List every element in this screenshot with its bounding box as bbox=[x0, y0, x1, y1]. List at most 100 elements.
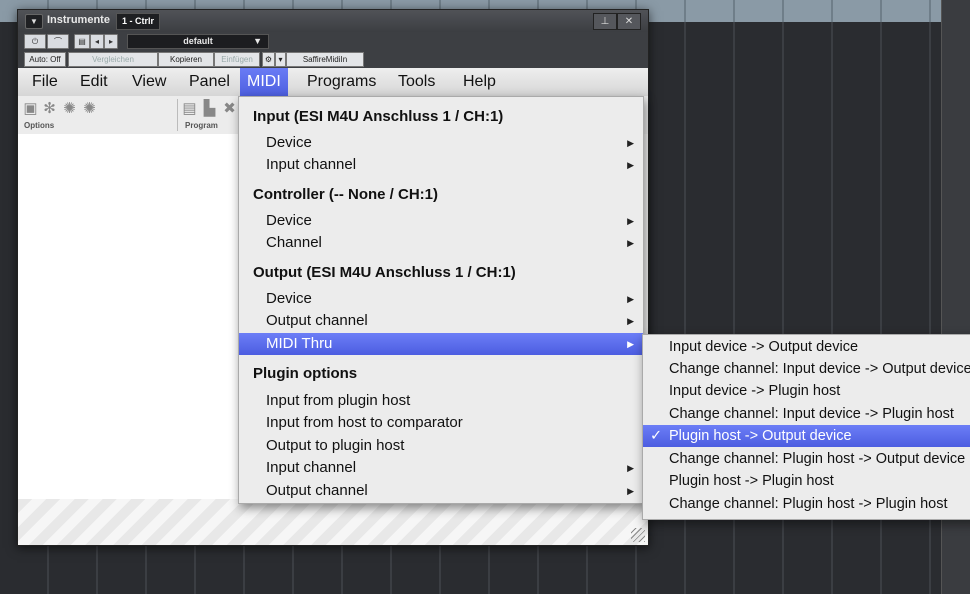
collapse-icon[interactable]: ▼ bbox=[25, 14, 43, 29]
thru-option[interactable]: Change channel: Plugin host -> Plugin ho… bbox=[643, 493, 970, 515]
menu-view[interactable]: View bbox=[125, 68, 173, 96]
plugin-input-channel-item[interactable]: Input channel ▶ bbox=[239, 457, 643, 479]
chevron-down-icon[interactable]: ▾ bbox=[275, 52, 286, 67]
input-header: Input (ESI M4U Anschluss 1 / CH:1) bbox=[253, 108, 504, 125]
submenu-arrow-icon: ▶ bbox=[627, 160, 634, 170]
controller-device-item[interactable]: Device ▶ bbox=[239, 210, 643, 232]
submenu-arrow-icon: ▶ bbox=[627, 316, 634, 326]
device-selector[interactable]: SaffireMidiIn bbox=[286, 52, 364, 67]
item-label: Plugin host -> Output device bbox=[669, 428, 852, 444]
thru-option[interactable]: Change channel: Plugin host -> Output de… bbox=[643, 448, 970, 470]
next-preset-icon[interactable]: ▸ bbox=[104, 34, 118, 49]
item-label: Output channel bbox=[266, 312, 368, 329]
slot-selector[interactable]: 1 - Ctrlr bbox=[116, 13, 161, 30]
thru-option[interactable]: Change channel: Input device -> Output d… bbox=[643, 358, 970, 380]
power-icon[interactable]: ⏻ bbox=[24, 34, 46, 49]
window-titlebar[interactable]: ▼ Instrumente 1 - Ctrlr ⊥ ✕ bbox=[18, 10, 648, 32]
close-button[interactable]: ✕ bbox=[617, 13, 641, 30]
submenu-arrow-icon: ▶ bbox=[627, 216, 634, 226]
chevron-down-icon: ▼ bbox=[253, 36, 262, 46]
options-icon[interactable]: ▣ bbox=[23, 101, 38, 116]
gear-icon[interactable]: ⚙ bbox=[262, 52, 275, 67]
input-host-comparator-item[interactable]: Input from host to comparator bbox=[239, 412, 643, 434]
resize-handle[interactable] bbox=[631, 528, 645, 542]
item-label: MIDI Thru bbox=[266, 335, 333, 352]
copy-button[interactable]: Kopieren bbox=[158, 52, 214, 67]
thru-option-selected[interactable]: ✓ Plugin host -> Output device bbox=[643, 425, 970, 447]
item-label: Input channel bbox=[266, 459, 357, 476]
thru-option[interactable]: Plugin host -> Plugin host bbox=[643, 470, 970, 492]
item-label: Output to plugin host bbox=[266, 437, 405, 454]
item-label: Input device -> Plugin host bbox=[669, 383, 841, 399]
save-icon[interactable]: ▤ bbox=[182, 101, 197, 116]
thru-option[interactable]: Input device -> Output device bbox=[643, 336, 970, 358]
program-label: Program bbox=[185, 121, 218, 130]
toolbar-divider bbox=[177, 99, 178, 131]
menu-midi[interactable]: MIDI bbox=[240, 68, 288, 96]
window-footer bbox=[18, 499, 648, 545]
item-label: Device bbox=[266, 212, 312, 229]
menu-panel[interactable]: Panel bbox=[182, 68, 237, 96]
item-label: Channel bbox=[266, 234, 322, 251]
delete-icon[interactable]: ✖ bbox=[222, 101, 237, 116]
thru-option[interactable]: Change channel: Input device -> Plugin h… bbox=[643, 403, 970, 425]
bypass-icon[interactable]: ⌒ bbox=[47, 34, 69, 49]
item-label: Change channel: Input device -> Plugin h… bbox=[669, 406, 954, 422]
settings-icon[interactable]: ✻ bbox=[42, 101, 57, 116]
output-device-item[interactable]: Device ▶ bbox=[239, 288, 643, 310]
new-program-icon[interactable]: ▙ bbox=[202, 101, 217, 116]
item-label: Device bbox=[266, 134, 312, 151]
item-label: Device bbox=[266, 290, 312, 307]
checkmark-icon: ✓ bbox=[650, 428, 663, 444]
item-label: Input device -> Output device bbox=[669, 339, 859, 355]
item-label: Input from host to comparator bbox=[266, 414, 463, 431]
submenu-arrow-icon: ▶ bbox=[627, 486, 634, 496]
item-label: Change channel: Input device -> Output d… bbox=[669, 361, 970, 377]
plugin-output-channel-item[interactable]: Output channel ▶ bbox=[239, 480, 643, 502]
submenu-arrow-icon: ▶ bbox=[627, 463, 634, 473]
menu-help[interactable]: Help bbox=[456, 68, 503, 96]
midi-thru-item[interactable]: MIDI Thru ▶ bbox=[239, 333, 643, 355]
menu-edit[interactable]: Edit bbox=[73, 68, 115, 96]
midi-menu: Input (ESI M4U Anschluss 1 / CH:1) Devic… bbox=[238, 96, 644, 504]
automation-row: Auto: Off Vergleichen Kopieren Einfügen … bbox=[18, 50, 648, 68]
auto-button[interactable]: Auto: Off bbox=[24, 52, 66, 67]
item-label: Plugin host -> Plugin host bbox=[669, 473, 834, 489]
prev-preset-icon[interactable]: ◂ bbox=[90, 34, 104, 49]
input-channel-item[interactable]: Input channel ▶ bbox=[239, 154, 643, 176]
item-label: Input from plugin host bbox=[266, 392, 411, 409]
midi-in-icon[interactable]: ✺ bbox=[62, 101, 77, 116]
plugin-options-header: Plugin options bbox=[253, 365, 358, 382]
controller-header: Controller (-- None / CH:1) bbox=[253, 186, 438, 203]
compare-button[interactable]: Vergleichen bbox=[68, 52, 158, 67]
menu-programs[interactable]: Programs bbox=[300, 68, 383, 96]
input-from-host-item[interactable]: Input from plugin host bbox=[239, 390, 643, 412]
menu-tools[interactable]: Tools bbox=[391, 68, 442, 96]
pin-button[interactable]: ⊥ bbox=[593, 13, 617, 30]
paste-button[interactable]: Einfügen bbox=[214, 52, 260, 67]
item-label: Input channel bbox=[266, 156, 357, 173]
menu-file[interactable]: File bbox=[25, 68, 65, 96]
options-label: Options bbox=[24, 121, 55, 130]
preset-row: ⏻ ⌒ ▤ ◂ ▸ default ▼ bbox=[18, 32, 648, 50]
item-label: Change channel: Plugin host -> Output de… bbox=[669, 451, 966, 467]
preset-selector[interactable]: default ▼ bbox=[127, 34, 269, 49]
midi-out-icon[interactable]: ✺ bbox=[82, 101, 97, 116]
output-channel-item[interactable]: Output channel ▶ bbox=[239, 310, 643, 332]
thru-option[interactable]: Input device -> Plugin host bbox=[643, 380, 970, 402]
input-device-item[interactable]: Device ▶ bbox=[239, 132, 643, 154]
window-title: Instrumente bbox=[47, 14, 110, 26]
submenu-arrow-icon: ▶ bbox=[627, 294, 634, 304]
item-label: Output channel bbox=[266, 482, 368, 499]
output-to-host-item[interactable]: Output to plugin host bbox=[239, 435, 643, 457]
submenu-arrow-icon: ▶ bbox=[627, 238, 634, 248]
preset-list-icon[interactable]: ▤ bbox=[74, 34, 90, 49]
item-label: Change channel: Plugin host -> Plugin ho… bbox=[669, 496, 948, 512]
submenu-arrow-icon: ▶ bbox=[627, 339, 634, 349]
controller-channel-item[interactable]: Channel ▶ bbox=[239, 232, 643, 254]
menu-bar: File Edit View Panel MIDI Programs Tools… bbox=[18, 68, 648, 97]
midi-thru-submenu: Input device -> Output device Change cha… bbox=[642, 334, 970, 520]
output-header: Output (ESI M4U Anschluss 1 / CH:1) bbox=[253, 264, 516, 281]
preset-name: default bbox=[183, 36, 213, 46]
submenu-arrow-icon: ▶ bbox=[627, 138, 634, 148]
